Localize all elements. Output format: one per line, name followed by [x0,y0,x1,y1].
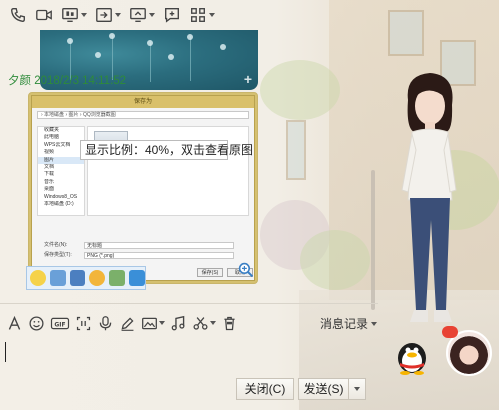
handwriting-button[interactable] [119,315,136,332]
tree-item: 视频 [44,149,55,156]
image-icon [142,317,157,329]
history-label: 消息记录 [320,317,369,331]
tree-item: 下载 [44,171,55,178]
chevron-down-icon [209,13,215,17]
pencil-icon [121,316,134,331]
screenshot-save-dialog: 保存为 › 本地磁盘 › 图片 › QQ浏览器截图 收藏夹 此电脑 WPS云文档… [31,95,255,281]
monitor-icon [130,8,146,22]
scissors-icon [193,316,208,330]
add-chat-icon [165,8,179,23]
voice-call-button[interactable] [6,2,30,28]
send-options-button[interactable] [348,378,366,400]
chevron-down-icon [81,13,87,17]
scrollbar-thumb[interactable] [371,170,375,310]
video-camera-icon [36,9,52,21]
tree-item: 收藏夹 [44,127,60,133]
image-button[interactable] [141,315,165,332]
favorite-icon[interactable] [129,270,145,286]
music-note-icon [171,315,185,330]
message-sender-time: 夕颜 2018/2/3 14:11:52 [8,75,127,87]
forward-icon[interactable] [69,270,86,286]
filetype-field: PNG (*.png) [84,252,234,259]
send-button[interactable]: 发送(S) [298,378,348,400]
edit-image-icon[interactable] [109,270,126,286]
remote-desktop-button[interactable] [126,2,158,28]
input-divider [0,303,378,304]
tree-item: 文档 [44,164,55,171]
music-button[interactable] [170,315,187,332]
image-zoom-tooltip: 显示比例：40%，双击查看原图 [80,140,253,160]
qq-penguin-icon[interactable] [392,336,432,376]
voice-message-button[interactable] [97,315,114,332]
phone-icon [11,8,25,22]
text-cursor [5,342,6,362]
add-emoji-icon[interactable] [89,270,106,286]
dialog-address-bar: › 本地磁盘 › 图片 › QQ浏览器截图 [37,111,249,119]
screen-share-button[interactable] [58,2,90,28]
chevron-down-icon [159,321,165,325]
tree-item: 桌面 [44,186,55,193]
tree-item: Windows8_OS [44,193,78,200]
emoji-react-icon[interactable] [30,270,46,286]
tree-item: 此电脑 [44,134,60,141]
filetype-label: 保存类型(T): [44,252,72,258]
emoji-button[interactable] [28,315,45,332]
cut-button[interactable] [192,315,216,332]
create-group-button[interactable] [160,2,184,28]
trash-icon [224,316,235,330]
microphone-icon [99,315,112,330]
transfer-file-button[interactable] [92,2,124,28]
filename-label: 文件名(N): [44,242,68,248]
tree-item: 本地磁盘 (D:) [44,201,74,208]
svg-text:GIF: GIF [54,321,65,328]
font-icon [8,315,21,330]
smiley-icon [29,315,44,331]
scissors-frame-icon [76,316,91,330]
grid-icon [191,8,205,22]
close-button[interactable]: 关闭(C) [236,378,294,400]
transfer-file-icon [96,8,112,22]
chevron-down-icon [149,13,155,17]
app-grid-button[interactable] [186,2,218,28]
chat-toolbar [0,0,330,30]
girl-avatar-illustration [401,73,457,322]
screen-share-icon [62,8,78,22]
dialog-save-button: 保存(S) [197,268,223,277]
chat-scrollbar[interactable] [370,30,376,310]
plus-icon: + [243,71,252,87]
font-button[interactable] [6,315,23,332]
save-icon[interactable] [49,270,66,286]
chevron-down-icon [354,387,360,391]
message-history-button[interactable]: 消息记录 [320,315,378,332]
dialog-folder-tree: 收藏夹 此电脑 WPS云文档 视频 图片 文档 下载 音乐 桌面 Windows… [37,126,85,216]
filename-field: 无标题 [84,242,234,249]
image-action-tray [26,266,146,290]
message-input[interactable] [0,336,378,376]
chevron-down-icon [371,321,378,326]
tree-item: WPS云文档 [44,141,71,148]
chevron-down-icon [210,321,216,325]
dialog-title: 保存为 [32,96,254,108]
gif-button[interactable]: GIF [50,315,70,332]
delete-button[interactable] [221,315,238,332]
chat-bubble-icon [442,326,458,338]
received-image-screenshot[interactable]: 保存为 › 本地磁盘 › 图片 › QQ浏览器截图 收藏夹 此电脑 WPS云文档… [28,92,258,284]
tree-item: 音乐 [44,178,55,185]
tree-item: 图片 [38,156,84,165]
video-call-button[interactable] [32,2,56,28]
gif-icon: GIF [50,317,70,329]
magnify-icon[interactable] [238,262,254,278]
chevron-down-icon [115,13,121,17]
screenshot-button[interactable] [75,315,92,332]
